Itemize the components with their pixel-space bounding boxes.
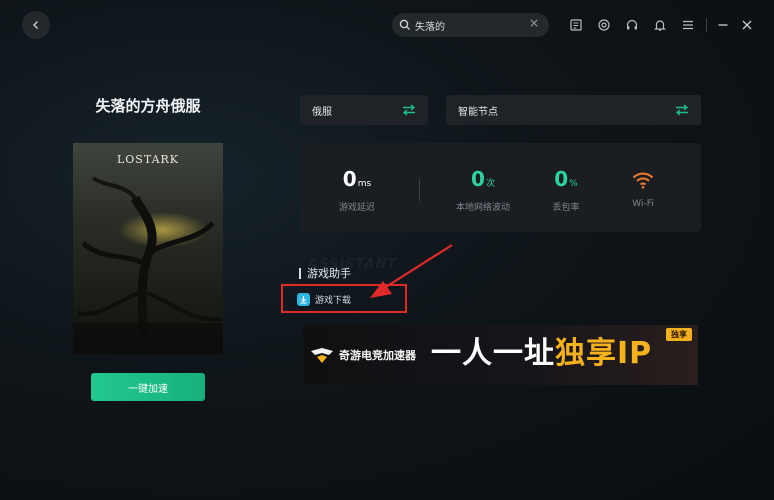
brand-logo-icon: [311, 348, 333, 363]
game-title: 失落的方舟俄服: [95, 97, 201, 115]
network-stats-panel: 0ms 游戏延迟 0次 本地网络波动 0% 丢包率 Wi-Fi: [300, 143, 701, 232]
latency-value: 0: [342, 167, 357, 191]
region-selector[interactable]: 俄服: [300, 95, 428, 125]
search-icon: [399, 19, 411, 31]
game-cover: LOSTARK: [73, 143, 223, 354]
search-input[interactable]: [415, 19, 515, 31]
region-label: 俄服: [312, 106, 332, 118]
packet-loss-label: 丢包率: [552, 203, 580, 213]
toolbar-divider: [706, 18, 707, 32]
packet-loss-value: 0: [554, 167, 569, 191]
wifi-stat: Wi-Fi: [603, 169, 683, 209]
gift-icon[interactable]: [590, 16, 618, 34]
packet-loss-unit: %: [569, 179, 578, 189]
stats-divider: [419, 179, 420, 201]
cover-logo: LOSTARK: [116, 153, 180, 166]
minimize-icon: [718, 24, 728, 26]
minimize-button[interactable]: [711, 16, 735, 34]
wifi-label: Wi-Fi: [632, 199, 654, 209]
banner-brand: 奇游电竞加速器: [339, 349, 416, 362]
title-bar: [299, 267, 301, 279]
bell-icon[interactable]: [646, 16, 674, 34]
fluctuation-stat: 0次 本地网络波动: [443, 169, 523, 213]
wifi-icon: [632, 172, 654, 189]
chevron-left-icon: [33, 21, 38, 29]
close-button[interactable]: [735, 16, 759, 34]
menu-icon[interactable]: [674, 16, 702, 34]
headset-icon[interactable]: [618, 16, 646, 34]
ad-banner[interactable]: 奇游电竞加速器 一人一址独享IP 独享: [303, 325, 698, 385]
latency-stat: 0ms 游戏延迟: [317, 169, 397, 213]
download-highlight-box: 游戏下载: [281, 284, 407, 313]
game-download-label: 游戏下载: [315, 296, 352, 306]
search-bar[interactable]: ×: [392, 13, 549, 37]
top-toolbar: [562, 16, 759, 34]
close-icon: [742, 20, 752, 30]
node-selector[interactable]: 智能节点: [446, 95, 701, 125]
accelerate-button[interactable]: 一键加速: [91, 373, 205, 401]
slogan-gold: 独享IP: [555, 336, 653, 371]
clear-search-icon[interactable]: ×: [529, 16, 539, 30]
banner-tag: 独享: [666, 328, 692, 341]
fluctuation-label: 本地网络波动: [455, 203, 510, 213]
assistant-title: 游戏助手: [299, 265, 351, 281]
banner-slogan: 一人一址独享IP: [431, 337, 652, 371]
game-download-button[interactable]: 游戏下载: [297, 293, 351, 306]
fluctuation-value: 0: [471, 167, 485, 191]
latency-label: 游戏延迟: [338, 203, 375, 213]
slogan-white: 一人一址: [431, 336, 555, 371]
fluctuation-unit: 次: [485, 179, 495, 189]
node-label: 智能节点: [458, 106, 498, 118]
back-button[interactable]: [22, 11, 50, 39]
news-icon[interactable]: [562, 16, 590, 34]
packet-loss-stat: 0% 丢包率: [526, 169, 606, 213]
cloud-download-icon: [297, 293, 310, 306]
assistant-title-text: 游戏助手: [307, 267, 351, 280]
switch-icon: [675, 104, 689, 116]
switch-icon: [402, 104, 416, 116]
latency-unit: ms: [357, 179, 372, 189]
